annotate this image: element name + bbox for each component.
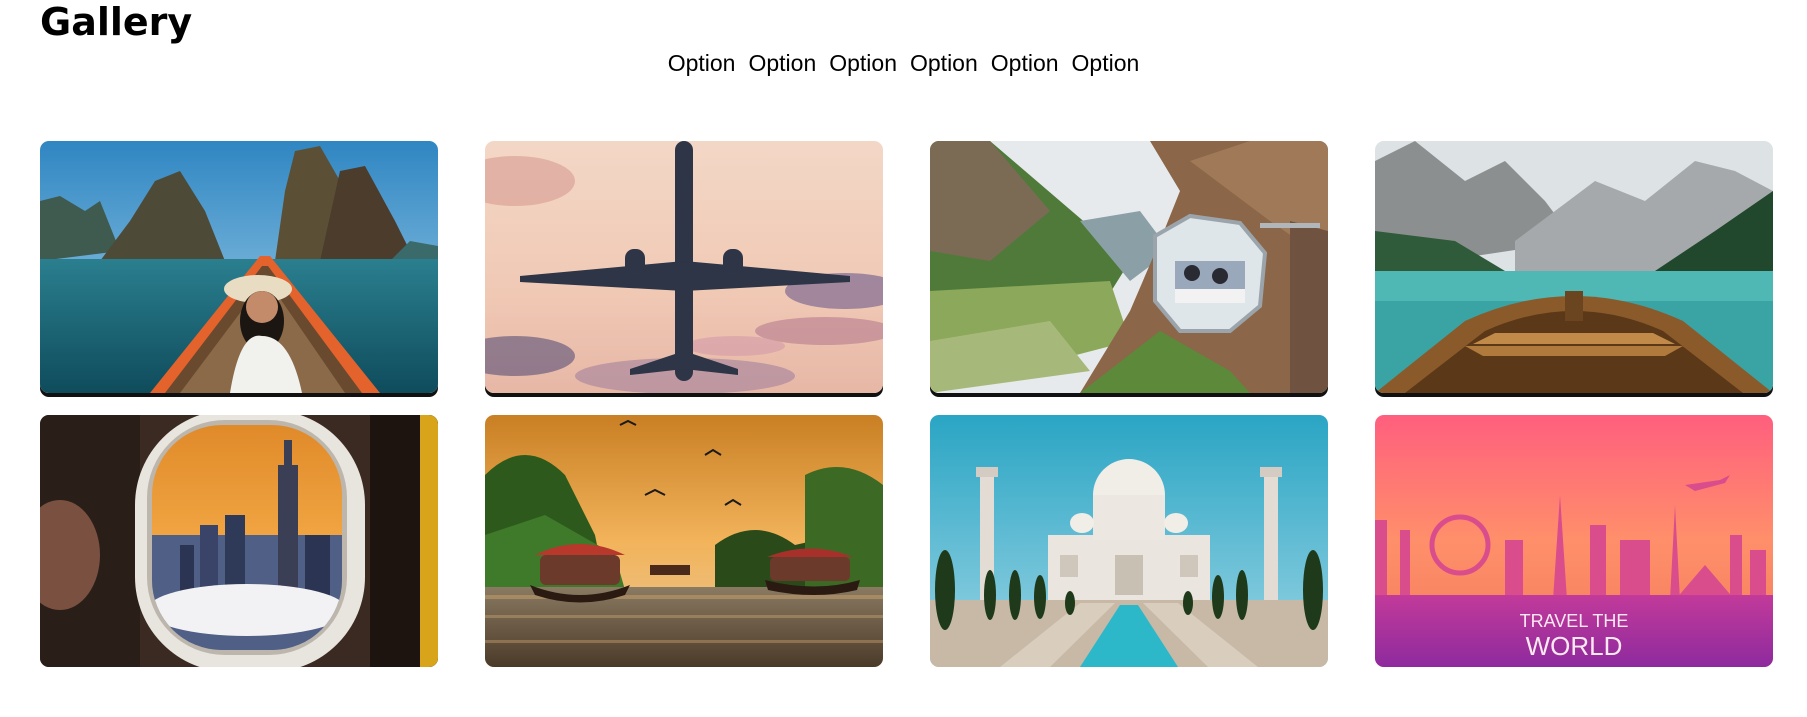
nav-option-2[interactable]: Option <box>748 48 816 78</box>
cliffside-glass-pod-image <box>930 141 1328 393</box>
airplane-window-city-image <box>40 415 438 667</box>
gallery-image-taj-mahal[interactable] <box>930 415 1328 667</box>
gallery-image-kerala-houseboats-sunset[interactable] <box>485 415 883 667</box>
taj-mahal-image <box>930 415 1328 667</box>
gallery-image-travel-the-world-poster[interactable]: TRAVEL THE WORLD <box>1375 415 1773 667</box>
nav-option-1[interactable]: Option <box>668 48 736 78</box>
gallery-grid: TRAVEL THE WORLD <box>40 141 1773 667</box>
page-title: Gallery <box>40 0 193 44</box>
nav-option-6[interactable]: Option <box>1072 48 1140 78</box>
gallery-image-cliffside-glass-pod[interactable] <box>930 141 1328 393</box>
nav-option-5[interactable]: Option <box>991 48 1059 78</box>
kerala-houseboats-sunset-image <box>485 415 883 667</box>
gallery-image-karst-lake-boat[interactable] <box>40 141 438 393</box>
nav-option-3[interactable]: Option <box>829 48 897 78</box>
alpine-lake-rowboat-image <box>1375 141 1773 393</box>
poster-text-line-2: WORLD <box>1526 631 1623 661</box>
gallery-image-airplane-sunset-sky[interactable] <box>485 141 883 393</box>
gallery-image-airplane-window-city[interactable] <box>40 415 438 667</box>
karst-lake-boat-image <box>40 141 438 393</box>
gallery-image-alpine-lake-rowboat[interactable] <box>1375 141 1773 393</box>
poster-text-line-1: TRAVEL THE <box>1520 611 1629 631</box>
airplane-sunset-sky-image <box>485 141 883 393</box>
nav-option-4[interactable]: Option <box>910 48 978 78</box>
travel-the-world-poster-image: TRAVEL THE WORLD <box>1375 415 1773 667</box>
option-nav: Option Option Option Option Option Optio… <box>0 48 1807 78</box>
